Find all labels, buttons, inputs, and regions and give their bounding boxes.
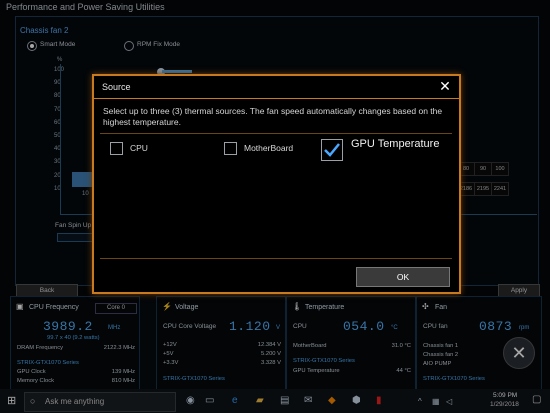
- cpu-checkbox-label: CPU: [130, 143, 148, 153]
- dialog-title: Source: [102, 82, 131, 92]
- gpu-temperature-checkbox-label: GPU Temperature: [351, 138, 440, 150]
- dialog-header: [94, 76, 459, 99]
- divider: [100, 133, 452, 134]
- checkmark-icon: [324, 143, 340, 157]
- motherboard-checkbox[interactable]: [224, 142, 237, 155]
- motherboard-checkbox-label: MotherBoard: [244, 143, 294, 153]
- source-dialog: Source ✕ Select up to three (3) thermal …: [92, 74, 461, 294]
- divider: [100, 258, 452, 259]
- app-window: Performance and Power Saving Utilities C…: [0, 0, 550, 413]
- gpu-temperature-checkbox[interactable]: [321, 139, 343, 161]
- close-icon[interactable]: ✕: [437, 78, 453, 94]
- dialog-description: Select up to three (3) thermal sources. …: [103, 106, 443, 127]
- ok-button[interactable]: OK: [356, 267, 450, 287]
- cpu-checkbox[interactable]: [110, 142, 123, 155]
